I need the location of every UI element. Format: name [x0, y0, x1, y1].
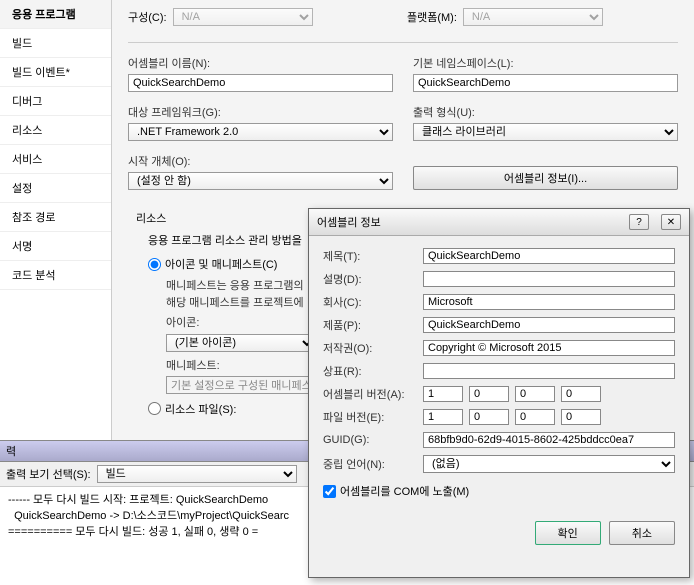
dlg-file-version-1[interactable]: [469, 409, 509, 425]
config-select: N/A: [173, 8, 313, 26]
dlg-desc-label: 설명(D):: [323, 271, 423, 287]
output-source-select[interactable]: 빌드: [97, 465, 297, 483]
dlg-trademark-label: 상표(R):: [323, 363, 423, 379]
assembly-name-input[interactable]: [128, 74, 393, 92]
sidebar-item-settings[interactable]: 설정: [0, 174, 111, 203]
output-toolbar-label: 출력 보기 선택(S):: [6, 466, 91, 482]
dlg-file-version-0[interactable]: [423, 409, 463, 425]
sidebar: 응용 프로그램 빌드 빌드 이벤트* 디버그 리소스 서비스 설정 참조 경로 …: [0, 0, 112, 440]
assembly-info-dialog: 어셈블리 정보 ? ✕ 제목(T): 설명(D): 회사(C): 제품(P): …: [308, 208, 690, 578]
platform-select: N/A: [463, 8, 603, 26]
dlg-copyright-label: 저작권(O):: [323, 340, 423, 356]
sidebar-item-build-events[interactable]: 빌드 이벤트*: [0, 58, 111, 87]
dlg-asm-version-0[interactable]: [423, 386, 463, 402]
dlg-product-label: 제품(P):: [323, 317, 423, 333]
sidebar-item-signing[interactable]: 서명: [0, 232, 111, 261]
config-label: 구성(C):: [128, 9, 167, 25]
dlg-asm-version-1[interactable]: [469, 386, 509, 402]
assembly-name-label: 어셈블리 이름(N):: [128, 55, 393, 71]
platform-label: 플랫폼(M):: [407, 9, 457, 25]
output-type-select[interactable]: 클래스 라이브러리: [413, 123, 678, 141]
dlg-company-label: 회사(C):: [323, 294, 423, 310]
manifest-input: [166, 376, 316, 394]
framework-select[interactable]: .NET Framework 2.0: [128, 123, 393, 141]
sidebar-item-build[interactable]: 빌드: [0, 29, 111, 58]
dlg-title-input[interactable]: [423, 248, 675, 264]
dlg-com-checkbox[interactable]: [323, 485, 336, 498]
dlg-copyright-input[interactable]: [423, 340, 675, 356]
resource-file-radio[interactable]: [148, 402, 161, 415]
icon-manifest-radio[interactable]: [148, 258, 161, 271]
sidebar-item-services[interactable]: 서비스: [0, 145, 111, 174]
dlg-trademark-input[interactable]: [423, 363, 675, 379]
sidebar-item-reference-paths[interactable]: 참조 경로: [0, 203, 111, 232]
sidebar-item-debug[interactable]: 디버그: [0, 87, 111, 116]
resource-file-label: 리소스 파일(S):: [165, 401, 236, 417]
output-type-label: 출력 형식(U):: [413, 104, 678, 120]
sidebar-item-resources[interactable]: 리소스: [0, 116, 111, 145]
icon-manifest-label: 아이콘 및 매니페스트(C): [165, 256, 277, 272]
dlg-file-version-2[interactable]: [515, 409, 555, 425]
startup-select[interactable]: (설정 안 함): [128, 172, 393, 190]
dlg-company-input[interactable]: [423, 294, 675, 310]
dlg-com-label: 어셈블리를 COM에 노출(M): [340, 483, 469, 499]
dlg-guid-input[interactable]: [423, 432, 675, 448]
assembly-info-button[interactable]: 어셈블리 정보(I)...: [413, 166, 678, 190]
sidebar-item-application[interactable]: 응용 프로그램: [0, 0, 111, 29]
dialog-title: 어셈블리 정보: [317, 214, 381, 230]
dlg-product-input[interactable]: [423, 317, 675, 333]
namespace-input[interactable]: [413, 74, 678, 92]
sidebar-item-code-analysis[interactable]: 코드 분석: [0, 261, 111, 290]
startup-label: 시작 개체(O):: [128, 153, 393, 169]
close-button[interactable]: ✕: [661, 214, 681, 230]
help-button[interactable]: ?: [629, 214, 649, 230]
dlg-desc-input[interactable]: [423, 271, 675, 287]
dlg-guid-label: GUID(G):: [323, 434, 423, 446]
dlg-asm-version-label: 어셈블리 버전(A):: [323, 386, 423, 402]
dlg-asm-version-2[interactable]: [515, 386, 555, 402]
namespace-label: 기본 네임스페이스(L):: [413, 55, 678, 71]
dlg-neutral-lang-select[interactable]: (없음): [423, 455, 675, 473]
dlg-file-version-3[interactable]: [561, 409, 601, 425]
cancel-button[interactable]: 취소: [609, 521, 675, 545]
dlg-neutral-lang-label: 중립 언어(N):: [323, 456, 423, 472]
ok-button[interactable]: 확인: [535, 521, 601, 545]
dlg-title-label: 제목(T):: [323, 248, 423, 264]
framework-label: 대상 프레임워크(G):: [128, 104, 393, 120]
dlg-asm-version-3[interactable]: [561, 386, 601, 402]
dlg-file-version-label: 파일 버전(E):: [323, 409, 423, 425]
icon-select[interactable]: (기본 아이콘): [166, 334, 316, 352]
